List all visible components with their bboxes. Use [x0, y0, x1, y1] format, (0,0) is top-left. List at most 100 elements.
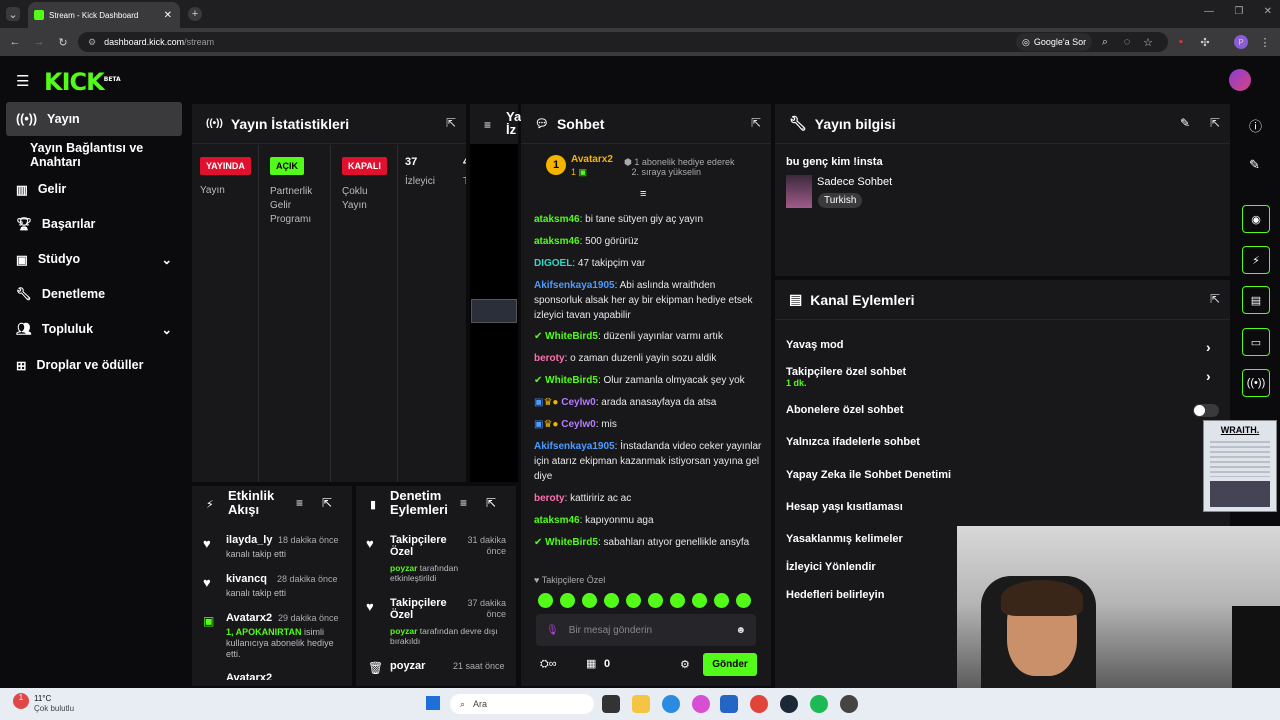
spotify-icon[interactable]: [810, 695, 828, 713]
mic-icon[interactable]: 🎙︎: [546, 625, 559, 636]
document-icon[interactable]: ▤: [1242, 286, 1270, 314]
logo-beta: BETA: [103, 76, 121, 83]
zoom-icon[interactable]: ⌕: [1098, 35, 1112, 49]
sidebar-item-droplar[interactable]: ⊞ Droplar ve ödüller: [6, 348, 182, 382]
user-avatar[interactable]: [1229, 69, 1251, 91]
reload-icon[interactable]: ↻: [56, 35, 70, 49]
action-slow-mode[interactable]: Yavaş mod ›: [786, 339, 1211, 355]
sidebar-item-yayin[interactable]: ((•)) Yayın: [6, 102, 182, 136]
status-badge: AÇIK: [270, 157, 304, 175]
sidebar-item-topluluk[interactable]: 👥︎ Topluluk ⌄: [6, 312, 182, 346]
filter-icon[interactable]: ≡: [460, 496, 467, 510]
camera-icon[interactable]: ◉: [1242, 205, 1270, 233]
edge-icon[interactable]: [662, 695, 680, 713]
chat-message: ataksm46: bi tane sütyen giy aç yayın: [534, 214, 704, 225]
browser-menu-icon[interactable]: ⋮: [1258, 35, 1272, 49]
site-info-icon[interactable]: ⚙: [88, 37, 96, 48]
points-icon[interactable]: ⛭∞: [540, 658, 557, 671]
copilot-icon[interactable]: [692, 695, 710, 713]
back-icon[interactable]: ←: [8, 35, 22, 49]
gift-icon: ⬢: [624, 157, 632, 167]
chat-message: ✔ WhiteBird5: sabahları atıyor genellikl…: [534, 537, 750, 548]
hamburger-menu-icon[interactable]: ☰: [16, 72, 29, 90]
wraith-ad[interactable]: WRAITH.: [1203, 420, 1277, 512]
chevron-down-icon: ⌄: [161, 252, 172, 267]
action-account-age[interactable]: Hesap yaşı kısıtlaması: [786, 501, 1206, 513]
filter-icon[interactable]: ≡: [296, 496, 303, 510]
bolt-icon[interactable]: ⚡︎: [1242, 246, 1270, 274]
popout-icon[interactable]: ⇱: [1210, 116, 1220, 130]
popout-icon[interactable]: ⇱: [486, 496, 496, 510]
language-tag: Turkish: [818, 193, 863, 208]
popout-icon[interactable]: ⇱: [751, 116, 761, 130]
sidebar-item-basarilar[interactable]: 🏆︎ Başarılar: [6, 207, 182, 241]
new-tab-icon[interactable]: +: [188, 7, 202, 21]
search-icon: ⌕: [460, 698, 466, 709]
category-name[interactable]: Sadece Sohbet: [817, 176, 892, 188]
close-tab-icon[interactable]: ✕: [164, 10, 172, 21]
gavel-icon: ▮: [370, 499, 377, 511]
edit-pencil-icon[interactable]: ✎: [1249, 157, 1260, 173]
sidebar-label: Yayın: [47, 112, 80, 126]
file-explorer-icon[interactable]: [632, 695, 650, 713]
chat-message: ✔ WhiteBird5: düzenli yayınlar varmı art…: [534, 331, 724, 342]
url-field[interactable]: ⚙ dashboard.kick.com/stream: [78, 32, 1168, 52]
google-lens-button[interactable]: ◎ Google'a Sor: [1016, 33, 1093, 51]
pinned-toggle-icon[interactable]: ≡: [640, 188, 646, 200]
bookmark-star-icon[interactable]: ☆: [1141, 35, 1155, 49]
stat-extra: 4 T: [463, 156, 466, 187]
minimize-icon[interactable]: —: [1204, 6, 1214, 17]
action-followers-only[interactable]: Takipçilere özel sohbet 1 dk. ›: [786, 366, 1211, 388]
close-window-icon[interactable]: ✕: [1264, 6, 1272, 17]
chat-message: DIGOEL: 47 takipçim var: [534, 258, 646, 269]
sidebar-item-studyo[interactable]: ▣ Stüdyo ⌄: [6, 242, 182, 276]
broadcast-toggle-icon[interactable]: ((•)): [1242, 369, 1270, 397]
browser-tab[interactable]: Stream - Kick Dashboard ✕: [28, 2, 180, 28]
taskbar-search[interactable]: ⌕ Ara: [450, 694, 594, 714]
chrome-icon[interactable]: [750, 695, 768, 713]
forward-icon[interactable]: →: [32, 35, 46, 49]
popout-icon[interactable]: ⇱: [322, 496, 332, 510]
emoji-icon[interactable]: ☻: [735, 625, 746, 636]
kick-logo[interactable]: KICKBETA: [44, 68, 121, 96]
category-thumbnail: [786, 175, 812, 208]
profile-avatar[interactable]: P: [1234, 35, 1248, 49]
chat-icon[interactable]: ▭: [1242, 328, 1270, 356]
task-view-icon[interactable]: [602, 695, 620, 713]
popout-icon[interactable]: ⇱: [1210, 292, 1220, 306]
sidebar-item-stream-key[interactable]: Yayın Bağlantısı ve Anahtarı: [6, 138, 182, 172]
store-icon[interactable]: ▦: [586, 657, 596, 670]
store-app-icon[interactable]: [720, 695, 738, 713]
actions-icon: ▤: [789, 291, 803, 307]
chat-input[interactable]: 🎙︎ Bir mesaj gönderin ☻: [536, 614, 756, 646]
info-icon[interactable]: ⓘ: [1249, 116, 1262, 135]
gift-icon: ▣: [203, 614, 215, 628]
eye-off-icon[interactable]: ◌: [1120, 35, 1134, 49]
tab-search-icon[interactable]: ⌄: [6, 7, 20, 21]
sidebar-label: Topluluk: [41, 322, 94, 336]
sidebar-item-gelir[interactable]: ▥ Gelir: [6, 172, 182, 206]
weather-widget[interactable]: 11°C Çok bulutlu: [34, 694, 74, 714]
edit-icon[interactable]: ✎: [1180, 116, 1190, 130]
maximize-icon[interactable]: ❐: [1234, 6, 1243, 17]
emote-row[interactable]: [538, 593, 758, 609]
hair-shape: [1001, 580, 1083, 616]
send-button[interactable]: Gönder: [703, 653, 757, 676]
steam-icon[interactable]: [780, 695, 798, 713]
top-gifter-name[interactable]: Avatarx2: [571, 154, 613, 165]
subs-only-toggle[interactable]: [1193, 404, 1219, 417]
extension-icon[interactable]: ▪: [1174, 35, 1188, 49]
chat-message: ▣♛● Ceylw0: arada anasayfaya da atsa: [534, 397, 717, 408]
app-icon[interactable]: [840, 695, 858, 713]
popout-icon[interactable]: ⇱: [446, 116, 456, 130]
top-gifter-count: 1 ▣: [571, 167, 588, 177]
action-ai-moderation[interactable]: Yapay Zeka ile Sohbet Denetimi: [786, 469, 1206, 481]
chat-settings-icon[interactable]: ⚙: [680, 658, 690, 671]
url-path: /stream: [184, 37, 215, 47]
weather-icon[interactable]: 1: [13, 693, 29, 709]
drops-icon: ⊞: [16, 358, 27, 373]
extensions-puzzle-icon[interactable]: ✣: [1198, 35, 1212, 49]
window-controls[interactable]: — ❐ ✕: [1196, 6, 1280, 17]
sidebar-item-denetleme[interactable]: 🔧︎ Denetleme: [6, 277, 182, 311]
windows-start-icon[interactable]: [426, 696, 440, 710]
